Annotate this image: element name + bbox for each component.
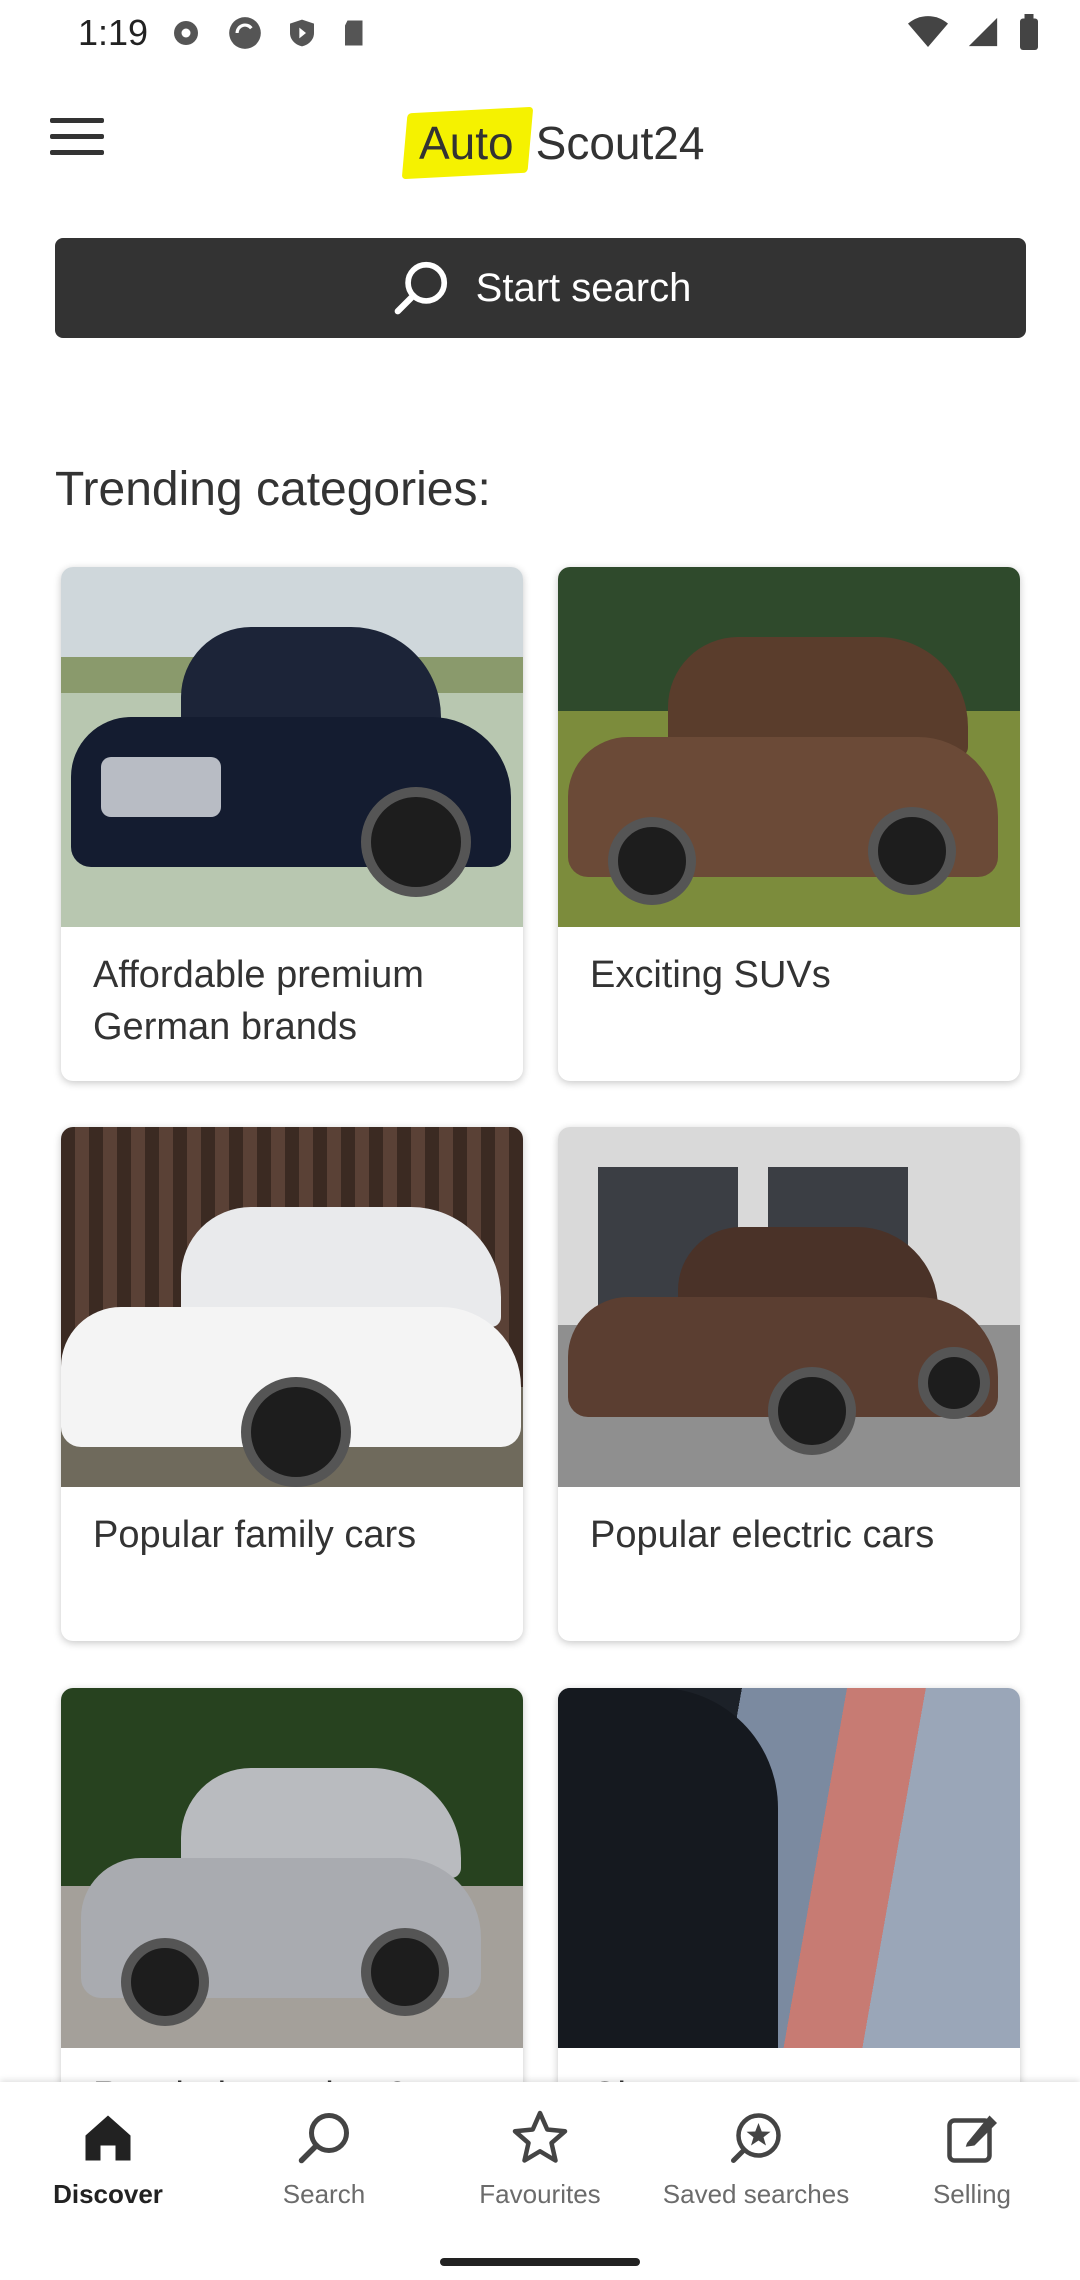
nav-label: Saved searches <box>662 2179 850 2209</box>
category-image-suv <box>558 567 1020 927</box>
category-card-exciting-suvs[interactable]: Exciting SUVs <box>558 567 1020 1081</box>
logo-scout-text: Scout24 <box>535 117 705 169</box>
hamburger-icon-bar <box>50 150 104 155</box>
category-card-electric-cars[interactable]: Popular electric cars <box>558 1127 1020 1641</box>
settings-icon <box>174 21 198 45</box>
category-label: Affordable premium German brands <box>93 954 424 1048</box>
category-label: Popular electric cars <box>590 1514 935 1556</box>
app-header: Auto Scout24 <box>0 90 1080 200</box>
star-icon <box>512 2110 568 2163</box>
search-icon <box>394 261 447 315</box>
nav-selling[interactable]: Selling <box>864 2108 1080 2210</box>
nav-label: Discover <box>53 2179 163 2209</box>
start-search-label: Start search <box>475 265 692 310</box>
category-image-hatchback <box>61 1127 523 1487</box>
edit-icon <box>947 2115 997 2163</box>
search-icon <box>298 2113 349 2164</box>
wifi-icon <box>908 16 948 47</box>
menu-button[interactable] <box>50 118 104 162</box>
autoscout24-logo: Auto Scout24 <box>405 108 704 178</box>
gesture-bar <box>440 2258 640 2266</box>
category-image-city-traffic <box>558 1688 1020 2048</box>
nav-label: Search <box>282 2179 366 2209</box>
logo-auto-text: Auto <box>405 110 530 176</box>
home-icon <box>85 2115 131 2161</box>
status-bar: 1:19 <box>0 0 1080 70</box>
shield-icon <box>290 19 314 47</box>
nav-search[interactable]: Search <box>216 2108 432 2210</box>
nav-label: Favourites <box>479 2179 601 2209</box>
sync-icon <box>229 17 261 49</box>
saved-search-icon <box>731 2113 781 2163</box>
bottom-navigation: Discover Search Favourites Saved searche… <box>0 2082 1080 2280</box>
sd-card-icon <box>345 20 363 46</box>
nav-favourites[interactable]: Favourites <box>432 2108 648 2210</box>
status-notification-icons <box>168 14 370 52</box>
nav-saved-searches[interactable]: Saved searches <box>648 2108 864 2210</box>
category-image-sedan <box>61 567 523 927</box>
trending-categories-title: Trending categories: <box>55 463 491 516</box>
category-label: Exciting SUVs <box>590 954 831 996</box>
category-card-affordable-premium[interactable]: Affordable premium German brands <box>61 567 523 1081</box>
hamburger-icon-bar <box>50 134 104 139</box>
category-label: Popular family cars <box>93 1514 417 1556</box>
nav-label: Selling <box>932 2179 1012 2209</box>
start-search-button[interactable]: Start search <box>55 238 1026 338</box>
nav-discover[interactable]: Discover <box>0 2108 216 2210</box>
battery-icon <box>1020 14 1038 50</box>
category-image-silver-hatchback <box>61 1688 523 2048</box>
signal-icon <box>968 17 998 47</box>
category-image-electric-sedan <box>558 1127 1020 1487</box>
status-system-icons <box>908 14 1040 50</box>
category-card-family-cars[interactable]: Popular family cars <box>61 1127 523 1641</box>
hamburger-icon <box>50 118 104 123</box>
status-time: 1:19 <box>78 12 149 53</box>
